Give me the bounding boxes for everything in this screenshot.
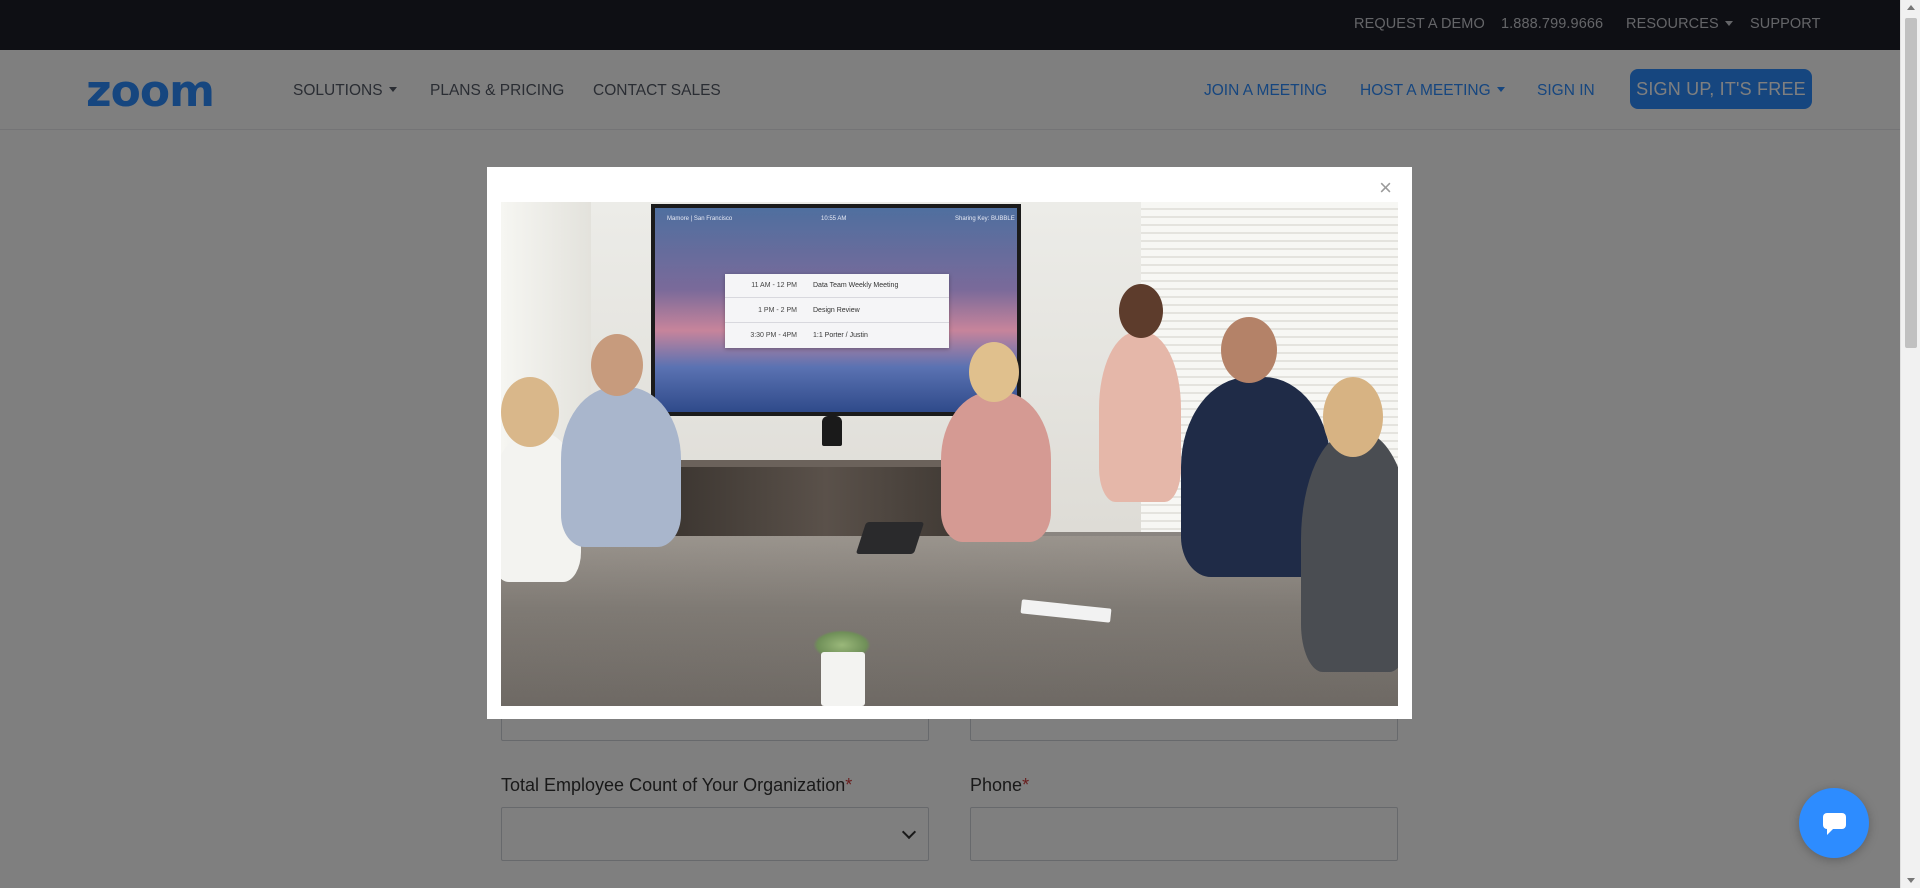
scene-person <box>561 387 681 547</box>
tv-sharing-key: Sharing Key: BUBBLE <box>955 216 1015 222</box>
schedule-row: 11 AM - 12 PM Data Team Weekly Meeting <box>725 274 949 298</box>
video-player[interactable]: Mamore | San Francisco 10:55 AM Sharing … <box>501 202 1398 706</box>
close-icon[interactable]: × <box>1379 177 1392 199</box>
scene-camera <box>822 416 842 446</box>
scene-person-head <box>1221 317 1277 383</box>
tv-time: 10:55 AM <box>821 216 846 222</box>
schedule-row: 1 PM - 2 PM Design Review <box>725 299 949 323</box>
video-modal: × Mamore | San Francisco 10:55 AM Sharin… <box>487 167 1412 719</box>
page-scrollbar[interactable] <box>1900 0 1920 888</box>
scene-person <box>1301 432 1398 672</box>
scroll-down-icon[interactable] <box>1907 878 1915 883</box>
schedule-title: Design Review <box>813 307 860 314</box>
scene-plant-pot <box>821 652 865 706</box>
schedule-title: Data Team Weekly Meeting <box>813 282 898 289</box>
chat-icon <box>1823 813 1846 829</box>
scene-person-head <box>969 342 1019 402</box>
scene-person-head <box>591 334 643 396</box>
tv-screen: Mamore | San Francisco 10:55 AM Sharing … <box>655 208 1017 412</box>
scene-tv: Mamore | San Francisco 10:55 AM Sharing … <box>651 204 1021 416</box>
schedule-title: 1:1 Porter / Justin <box>813 332 868 339</box>
tv-location: Mamore | San Francisco <box>667 216 732 222</box>
scene-person-head <box>1119 284 1163 338</box>
schedule-time: 11 AM - 12 PM <box>751 282 797 289</box>
schedule-time: 1 PM - 2 PM <box>758 307 797 314</box>
scene-tablet <box>856 522 924 554</box>
scene-person-head <box>1323 377 1383 457</box>
schedule-time: 3:30 PM - 4PM <box>750 332 797 339</box>
scroll-thumb[interactable] <box>1905 18 1917 348</box>
schedule-row: 3:30 PM - 4PM 1:1 Porter / Justin <box>725 324 949 348</box>
chat-button[interactable] <box>1799 788 1869 858</box>
scene-person-head <box>501 377 559 447</box>
scene-person <box>1099 332 1181 502</box>
scroll-up-icon[interactable] <box>1907 5 1915 10</box>
scene-person <box>941 392 1051 542</box>
tv-schedule: 11 AM - 12 PM Data Team Weekly Meeting 1… <box>725 274 949 348</box>
